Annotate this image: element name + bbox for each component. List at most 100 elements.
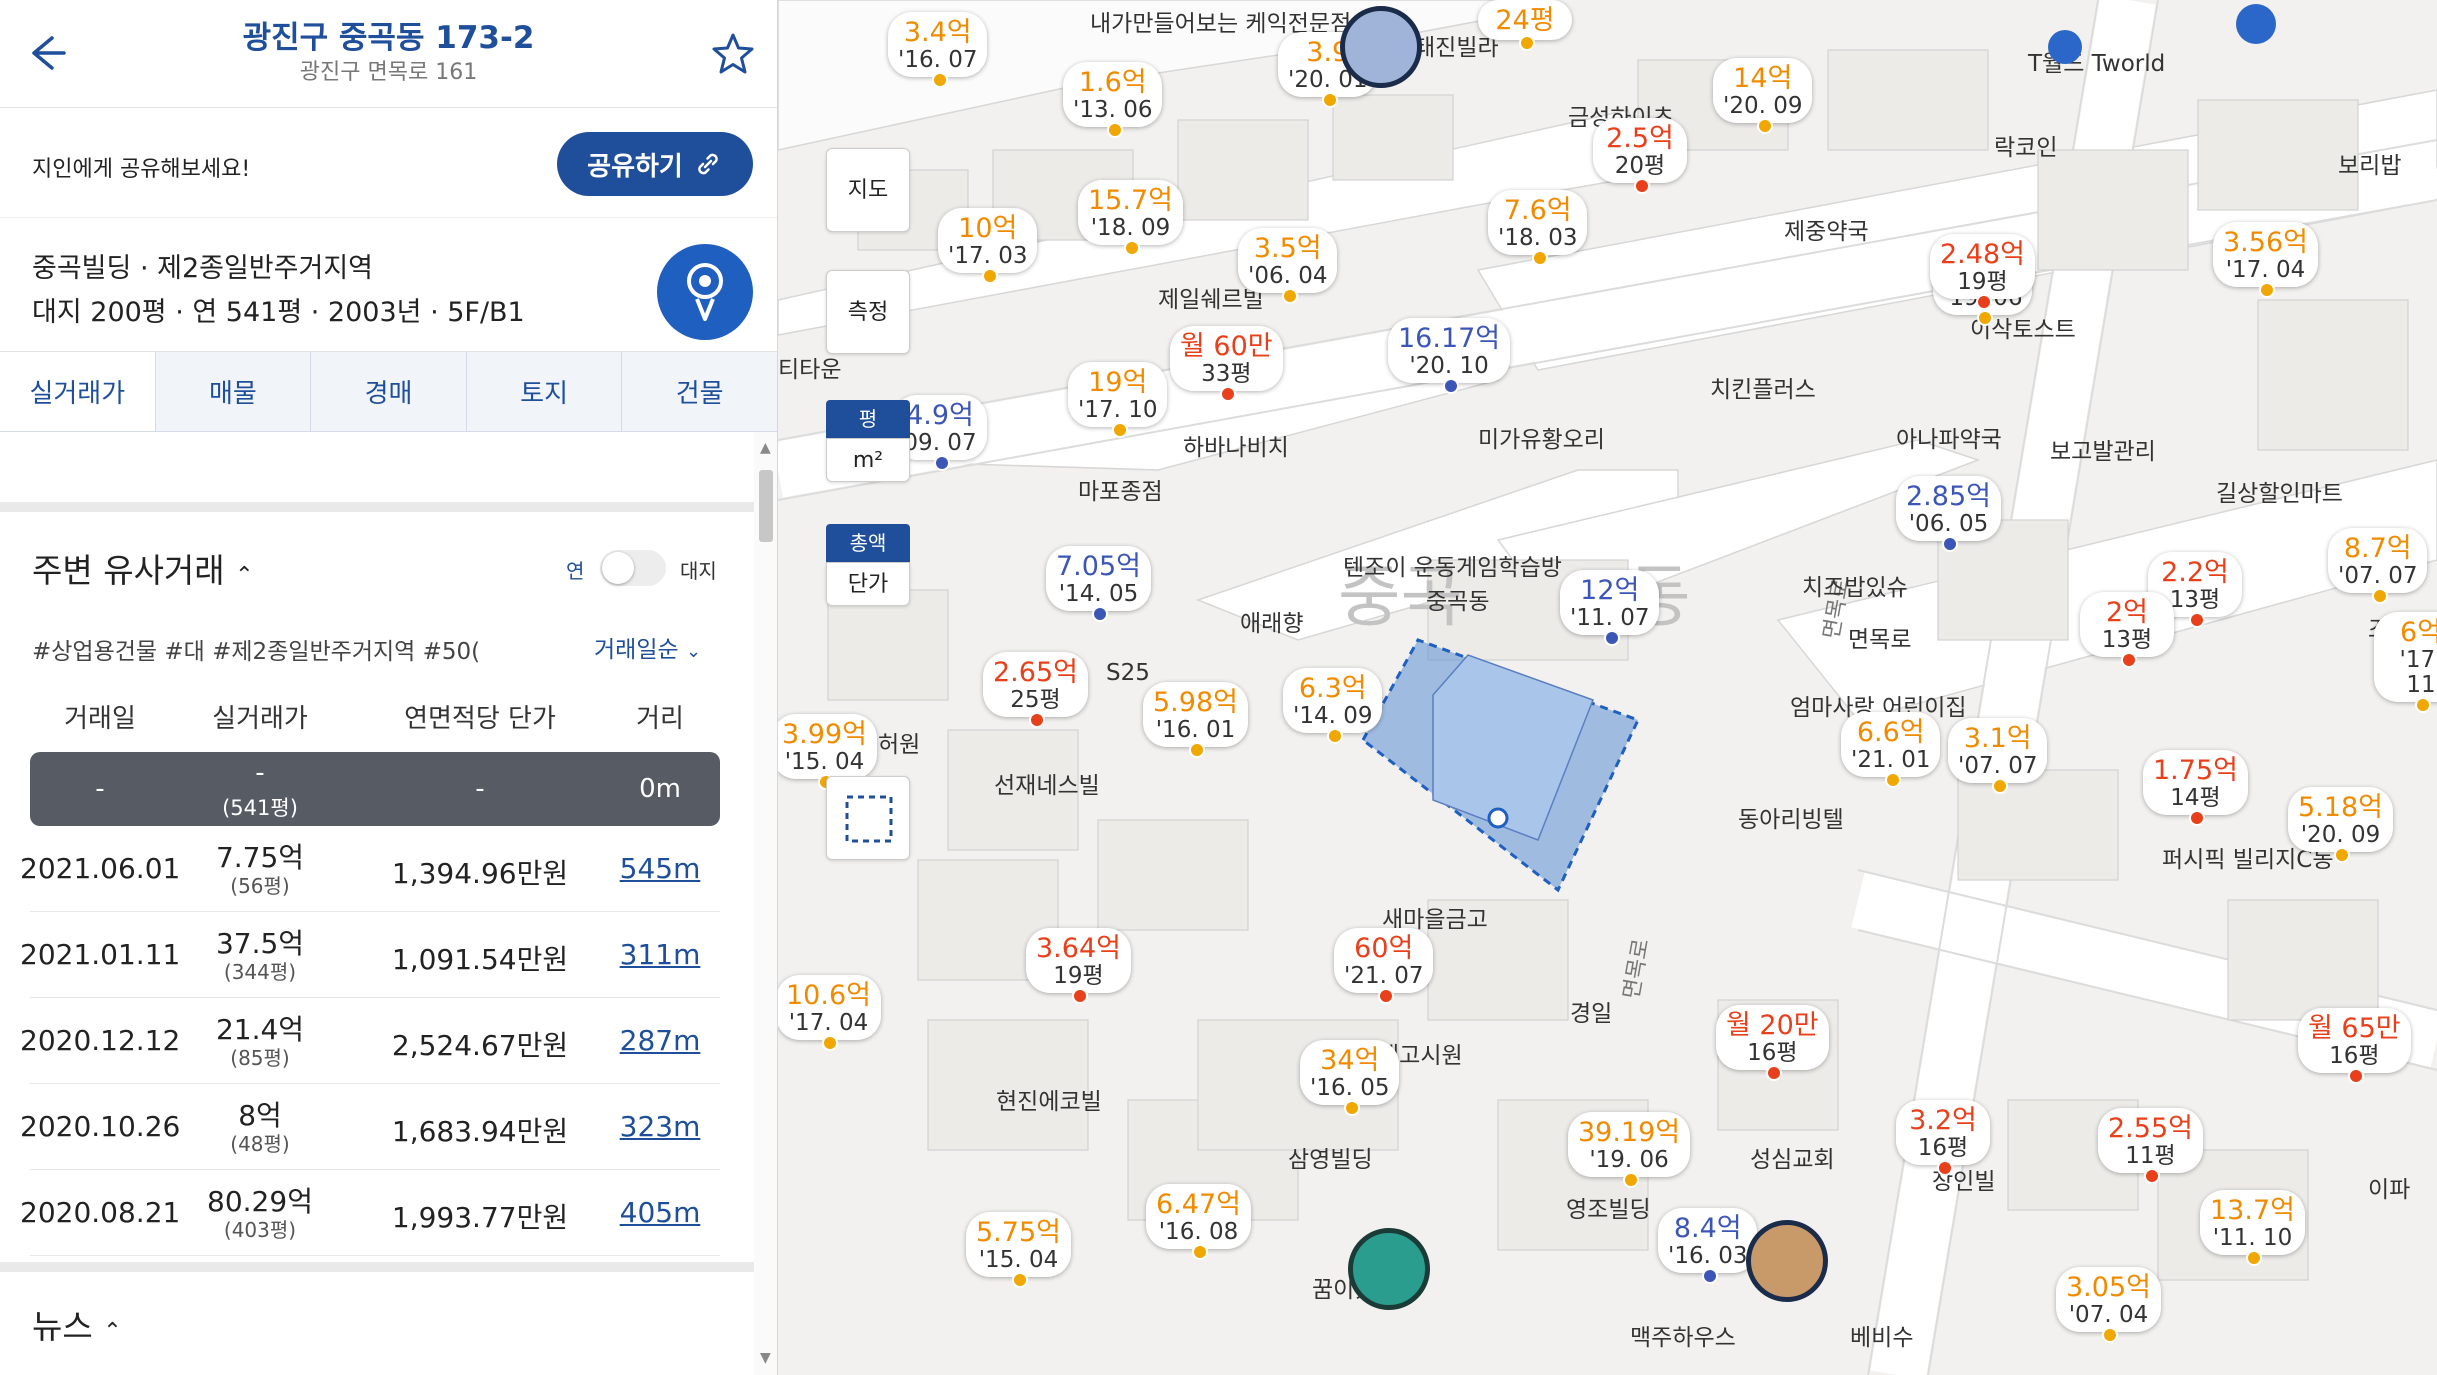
price-marker[interactable]: 2.85억 '06. 05 [1896, 476, 2001, 552]
price-marker[interactable]: 3.05억 '07. 04 [2056, 1267, 2161, 1343]
map-place-label[interactable]: 동아리빙텔 [1738, 800, 1844, 834]
price-marker[interactable]: 2.48억 19평 [1930, 234, 2035, 310]
price-marker[interactable]: 6억'17. 11 [2374, 612, 2437, 713]
price-marker[interactable]: 3.2억 16평 [1896, 1100, 1990, 1176]
price-marker[interactable]: 1.75억 14평 [2143, 750, 2248, 826]
area-toggle[interactable] [600, 550, 666, 586]
price-marker[interactable]: 16.17억 '20. 10 [1388, 318, 1511, 394]
tab-listing[interactable]: 매물 [155, 352, 312, 431]
price-marker[interactable]: 5.98억 '16. 01 [1143, 682, 1248, 758]
price-marker[interactable]: 14억 '20. 09 [1713, 58, 1813, 134]
price-marker[interactable]: 8.7억 '07. 07 [2328, 528, 2428, 604]
price-marker[interactable]: 2.65억 25평 [983, 652, 1088, 728]
section-title[interactable]: 주변 유사거래 ⌃ [32, 544, 254, 592]
map-place-label[interactable]: 보고발관리 [2050, 432, 2156, 466]
tab-auction[interactable]: 경매 [311, 352, 467, 431]
map-place-label[interactable]: 치킨플러스 [1710, 370, 1816, 404]
scroll-thumb[interactable] [759, 470, 773, 542]
row-distance[interactable]: 545m [600, 852, 720, 885]
tab-building[interactable]: 건물 [622, 352, 777, 431]
bus-stop-icon[interactable] [2236, 4, 2276, 44]
price-marker[interactable]: 월 60만 33평 [1170, 326, 1283, 402]
table-row[interactable]: 2020.10.26 8억 (48평) 1,683.94만원 323m [20, 1084, 720, 1170]
map-place-label[interactable]: 면목로 [1848, 620, 1911, 654]
map-place-label[interactable]: 중곡동 [1426, 582, 1489, 616]
sort-dropdown[interactable]: 거래일순 ⌄ [594, 630, 701, 664]
price-marker[interactable]: 1.6억 '13. 06 [1063, 62, 1163, 138]
map-place-label[interactable]: 이파 [2368, 1170, 2410, 1204]
price-marker[interactable]: 8.4억 '16. 03 [1658, 1208, 1758, 1284]
map-place-label[interactable]: 허원 [878, 725, 920, 759]
price-marker[interactable]: 10.6억 '17. 04 [778, 975, 881, 1051]
map-place-label[interactable]: 아나파약국 [1896, 420, 2002, 454]
row-distance[interactable]: 311m [600, 938, 720, 971]
map-place-label[interactable]: 현진에코빌 [996, 1082, 1102, 1116]
price-marker[interactable]: 2억 13평 [2080, 592, 2174, 668]
scrollbar[interactable] [754, 432, 777, 1375]
price-marker[interactable]: 5.18억 '20. 09 [2288, 787, 2393, 863]
map[interactable]: 중곡 동 면목로 면목로 내가만들어보는 케익전문점태진빌라금성하이츠T월드 T… [778, 0, 2437, 1375]
bus-stop-icon[interactable] [2048, 30, 2082, 64]
unit-price-button[interactable]: 단가 [826, 562, 910, 606]
map-place-label[interactable]: 선재네스빌 [994, 766, 1100, 800]
price-marker[interactable]: 3.56억 '17. 04 [2213, 222, 2318, 298]
price-marker[interactable]: 34억 '16. 05 [1300, 1040, 1400, 1116]
table-row[interactable]: 2021.06.01 7.75억 (56평) 1,394.96만원 545m [20, 826, 720, 912]
unit-py-button[interactable]: 평 [826, 400, 910, 438]
map-place-label[interactable]: 티타운 [778, 350, 841, 384]
price-marker[interactable]: 60억 '21. 07 [1334, 928, 1434, 1004]
price-marker[interactable]: 3.99억 '15. 04 [778, 714, 877, 790]
map-place-label[interactable]: S25 [1106, 660, 1150, 686]
scroll-down-arrow-icon[interactable]: ▼ [760, 1350, 771, 1366]
map-place-label[interactable]: 락코인 [1994, 128, 2057, 162]
price-marker[interactable]: 7.6억 '18. 03 [1488, 190, 1588, 266]
price-marker[interactable]: 3.5억 '06. 04 [1238, 228, 1338, 304]
map-place-label[interactable]: 미가유황오리 [1478, 420, 1605, 454]
unit-m2-button[interactable]: m² [826, 438, 910, 482]
price-marker[interactable]: 6.3억 '14. 09 [1283, 668, 1383, 744]
tab-real-price[interactable]: 실거래가 [0, 352, 156, 431]
price-marker[interactable]: 13.7억 '11. 10 [2200, 1190, 2305, 1266]
price-marker[interactable]: 10억 '17. 03 [938, 208, 1038, 284]
photo-marker[interactable] [1340, 6, 1422, 88]
map-place-label[interactable]: 베비수 [1850, 1318, 1913, 1352]
price-marker[interactable]: 3.1억 '07. 07 [1948, 718, 2048, 794]
star-icon[interactable] [709, 30, 757, 78]
photo-marker[interactable] [1746, 1220, 1828, 1302]
price-marker[interactable]: 12억 '11. 07 [1560, 570, 1660, 646]
price-marker[interactable]: 6.47억 '16. 08 [1146, 1184, 1251, 1260]
table-row[interactable]: 2021.01.11 37.5억 (344평) 1,091.54만원 311m [20, 912, 720, 998]
price-marker[interactable]: 3.4억 '16. 07 [888, 12, 988, 88]
map-place-label[interactable]: 제중약국 [1784, 212, 1869, 246]
map-place-label[interactable]: 하바나비치 [1183, 428, 1289, 462]
price-marker[interactable]: 3.64억 19평 [1026, 928, 1131, 1004]
price-marker[interactable]: 2.5억 20평 [1593, 118, 1687, 194]
map-place-label[interactable]: 애래향 [1240, 604, 1303, 638]
price-marker[interactable]: 24평 [1478, 0, 1572, 51]
home-marker-icon[interactable] [1348, 1228, 1430, 1310]
total-price-button[interactable]: 총액 [826, 524, 910, 562]
map-place-label[interactable]: 치즈밥있슈 [1802, 568, 1908, 602]
price-marker[interactable]: 5.75억 '15. 04 [966, 1212, 1071, 1288]
share-button[interactable]: 공유하기 [557, 132, 753, 196]
price-marker[interactable]: 7.05억 '14. 05 [1046, 546, 1151, 622]
price-marker[interactable]: 월 65만 16평 [2298, 1008, 2411, 1084]
street-view-button[interactable] [657, 244, 753, 340]
map-place-label[interactable]: 경일 [1570, 994, 1612, 1028]
row-distance[interactable]: 323m [600, 1110, 720, 1143]
map-type-button[interactable]: 지도 [826, 148, 910, 232]
price-marker[interactable]: 6.6억 '21. 01 [1841, 712, 1941, 788]
tab-land[interactable]: 토지 [466, 352, 623, 431]
table-row[interactable]: 2020.12.12 21.4억 (85평) 2,524.67만원 287m [20, 998, 720, 1084]
map-place-label[interactable]: 삼영빌딩 [1288, 1140, 1373, 1174]
map-place-label[interactable]: 마포종점 [1078, 472, 1163, 506]
scroll-up-arrow-icon[interactable]: ▲ [760, 440, 771, 456]
price-marker[interactable]: 39.19억 '19. 06 [1568, 1112, 1691, 1188]
row-distance[interactable]: 405m [600, 1196, 720, 1229]
price-marker[interactable]: 19억 '17. 10 [1068, 362, 1168, 438]
map-place-label[interactable]: 길상할인마트 [2216, 474, 2343, 508]
price-marker[interactable]: 15.7억 '18. 09 [1078, 180, 1183, 256]
map-place-label[interactable]: 보리밥 [2338, 146, 2401, 180]
area-select-button[interactable] [826, 776, 910, 860]
row-distance[interactable]: 287m [600, 1024, 720, 1057]
